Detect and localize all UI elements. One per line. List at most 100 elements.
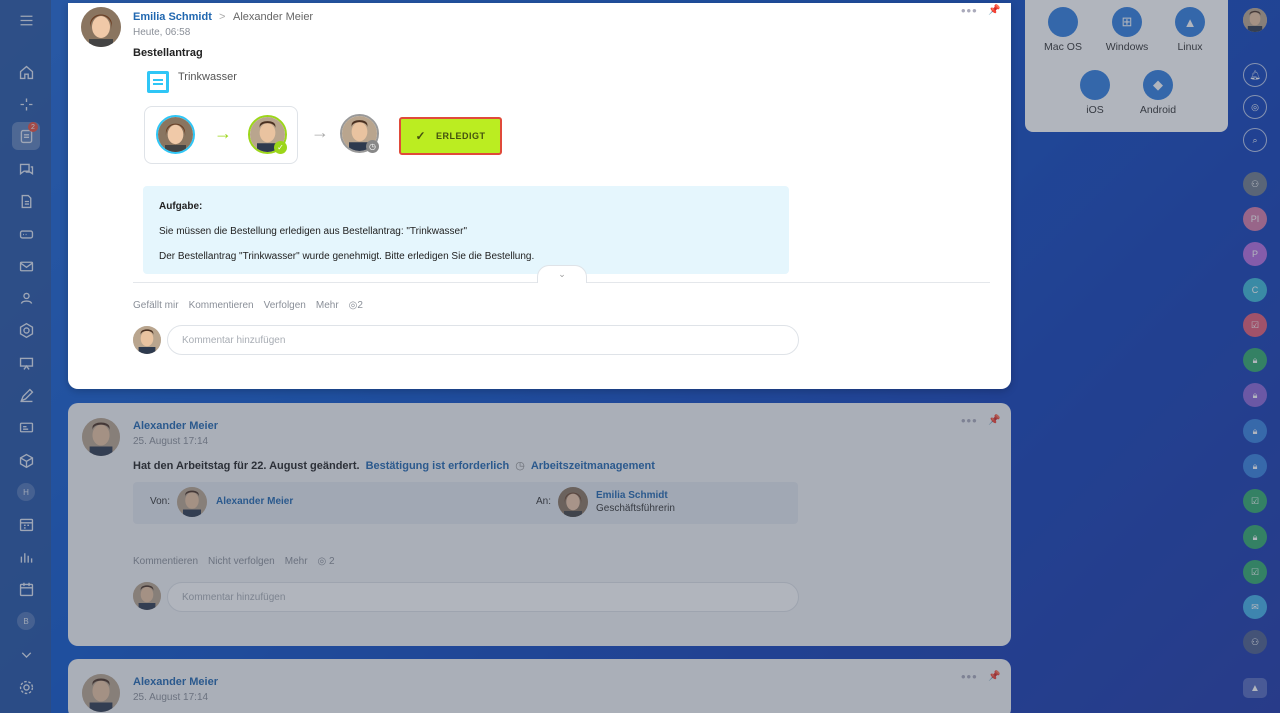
more-menu-icon[interactable]: •••: [961, 413, 978, 428]
settings-icon[interactable]: [12, 673, 40, 701]
download-linux[interactable]: ▲ Linux: [1160, 7, 1220, 53]
chat-c[interactable]: C: [1243, 278, 1267, 302]
assignee-avatar[interactable]: ◷: [340, 114, 379, 153]
calendar-icon[interactable]: [12, 575, 40, 603]
chat-icon[interactable]: [12, 155, 40, 183]
more-action[interactable]: Mehr: [285, 556, 308, 567]
download-android[interactable]: ◆ Android: [1128, 70, 1188, 116]
comment-action[interactable]: Kommentieren: [133, 556, 198, 567]
menu-icon[interactable]: [12, 6, 40, 34]
post-author[interactable]: Alexander Meier: [133, 420, 218, 432]
task-check-icon[interactable]: ☑: [1243, 313, 1267, 337]
user-avatar[interactable]: [1243, 8, 1267, 32]
comment-input[interactable]: Kommentar hinzufügen: [167, 325, 799, 355]
post-author[interactable]: Emilia Schmidt: [133, 11, 212, 23]
post-author[interactable]: Alexander Meier: [133, 676, 218, 688]
group-icon[interactable]: ⚇: [1243, 630, 1267, 654]
arrow-right-icon: →: [311, 122, 329, 142]
workspace-h[interactable]: H: [12, 478, 40, 506]
clock-icon: ◷: [366, 140, 379, 153]
sign-icon[interactable]: [12, 381, 40, 409]
download-windows[interactable]: ⊞ Windows: [1097, 7, 1157, 53]
android-icon: ◆: [1143, 70, 1173, 100]
expand-button[interactable]: ⌄: [537, 265, 587, 283]
follow-action[interactable]: Verfolgen: [264, 300, 306, 311]
to-role: Geschäftsführerin: [596, 503, 675, 514]
target-icon[interactable]: ◎: [1243, 95, 1267, 119]
right-bar: 🔔︎ ◎ ⌕ ⚇ PI P C ☑ 🔒︎ 🔒︎ 🔒︎ 🔒︎ ☑ 🔒︎ ☑ ✉ ⚇: [1230, 0, 1280, 713]
module-link[interactable]: Arbeitszeitmanagement: [531, 460, 655, 472]
comment-input[interactable]: Kommentar hinzufügen: [167, 582, 799, 612]
avatar[interactable]: [82, 418, 120, 456]
analytics-icon[interactable]: [12, 543, 40, 571]
lock-icon[interactable]: 🔒︎: [1243, 383, 1267, 407]
post-time[interactable]: Heute, 06:58: [133, 27, 190, 38]
more-menu-icon[interactable]: •••: [961, 3, 978, 18]
post-time[interactable]: 25. August 17:14: [133, 692, 208, 703]
check-icon: ✓: [415, 129, 427, 143]
task-check-icon[interactable]: ☑: [1243, 560, 1267, 584]
drive-icon[interactable]: [12, 220, 40, 248]
comment-action[interactable]: Kommentieren: [189, 300, 254, 311]
like-action[interactable]: Gefällt mir: [133, 300, 179, 311]
hexagon-icon[interactable]: [12, 316, 40, 344]
more-menu-icon[interactable]: •••: [961, 669, 978, 684]
home-icon[interactable]: [12, 58, 40, 86]
search-chat-icon[interactable]: ⌕: [1243, 128, 1267, 152]
pin-icon[interactable]: 📌: [988, 415, 1000, 426]
notification-badge: 2: [28, 122, 38, 132]
presentation-icon[interactable]: [12, 349, 40, 377]
creator-avatar[interactable]: [156, 115, 195, 154]
chat-pl[interactable]: PI: [1243, 207, 1267, 231]
to-avatar[interactable]: [558, 487, 588, 517]
group-icon[interactable]: ⚇: [1243, 172, 1267, 196]
lock-icon[interactable]: 🔒︎: [1243, 454, 1267, 478]
scroll-top-button[interactable]: ▲: [1243, 678, 1267, 698]
workflow-box: → ✓: [144, 106, 298, 164]
unfollow-action[interactable]: Nicht verfolgen: [208, 556, 275, 567]
lock-icon[interactable]: 🔒︎: [1243, 419, 1267, 443]
message-icon[interactable]: ✉: [1243, 595, 1267, 619]
mail-icon[interactable]: [12, 252, 40, 280]
check-icon: ✓: [274, 141, 287, 154]
apple-icon: [1048, 7, 1078, 37]
feed-icon[interactable]: 2: [12, 122, 40, 150]
pin-icon[interactable]: 📌: [988, 671, 1000, 682]
planner-icon[interactable]: [12, 510, 40, 538]
clock-icon: ◷: [515, 460, 525, 472]
lock-icon[interactable]: 🔒︎: [1243, 525, 1267, 549]
views-count: ◎ 2: [317, 556, 335, 567]
sparkle-icon[interactable]: [12, 90, 40, 118]
contacts-icon[interactable]: [12, 284, 40, 312]
workspace-b[interactable]: B: [12, 607, 40, 635]
post-actions: Gefällt mir Kommentieren Verfolgen Mehr …: [133, 300, 363, 311]
id-card-icon[interactable]: [12, 413, 40, 441]
box-icon[interactable]: [12, 446, 40, 474]
avatar[interactable]: [81, 7, 121, 47]
chat-p[interactable]: P: [1243, 242, 1267, 266]
from-avatar[interactable]: [177, 487, 207, 517]
transfer-box: Von: Alexander Meier An: Emilia Schmidt …: [133, 482, 798, 524]
more-action[interactable]: Mehr: [316, 300, 339, 311]
lock-icon[interactable]: 🔒︎: [1243, 348, 1267, 372]
post-recipient[interactable]: Alexander Meier: [233, 11, 313, 23]
post-actions: Kommentieren Nicht verfolgen Mehr ◎ 2: [133, 556, 335, 567]
done-button[interactable]: ✓ ERLEDIGT: [399, 117, 502, 155]
confirm-link[interactable]: Bestätigung ist erforderlich: [366, 460, 510, 472]
document-icon[interactable]: [12, 187, 40, 215]
download-ios[interactable]: iOS: [1065, 70, 1125, 116]
chevron-down-icon[interactable]: [12, 640, 40, 668]
document-label[interactable]: Trinkwasser: [178, 71, 237, 83]
feed-post-worktime: Alexander Meier 25. August 17:14 ••• 📌 H…: [68, 403, 1011, 646]
post-time[interactable]: 25. August 17:14: [133, 436, 208, 447]
approver-avatar[interactable]: ✓: [248, 115, 287, 154]
pin-icon[interactable]: 📌: [988, 5, 1000, 16]
bell-icon[interactable]: 🔔︎: [1243, 63, 1267, 87]
avatar[interactable]: [82, 674, 120, 712]
task-check-icon[interactable]: ☑: [1243, 489, 1267, 513]
document-icon: [147, 71, 169, 93]
from-name[interactable]: Alexander Meier: [216, 496, 293, 507]
to-name[interactable]: Emilia Schmidt: [596, 490, 668, 501]
left-sidebar: 2 H B: [0, 0, 51, 713]
download-macos[interactable]: Mac OS: [1033, 7, 1093, 53]
